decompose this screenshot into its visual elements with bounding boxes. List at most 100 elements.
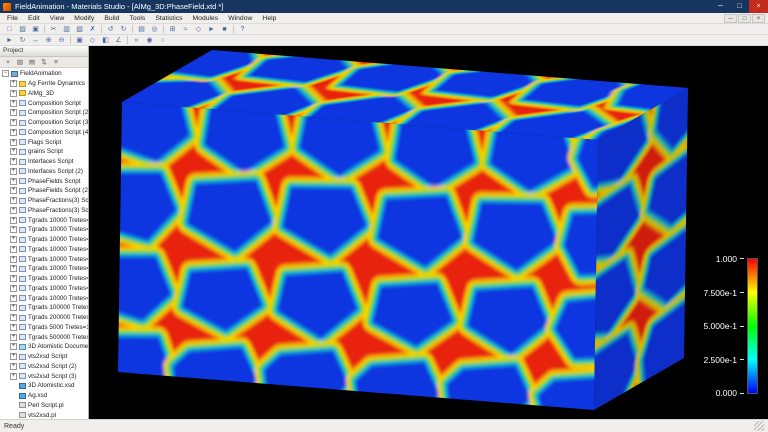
- tree-item[interactable]: +Tgrads 10000 Tretes=100: [2, 264, 88, 274]
- tree-item[interactable]: +PhaseFractions(3) Script (2): [2, 206, 88, 216]
- tree-item[interactable]: +3D Atomistic Document: [2, 342, 88, 352]
- menu-modify[interactable]: Modify: [69, 15, 99, 22]
- tree-item[interactable]: −FieldAnimation: [2, 69, 88, 79]
- close-button[interactable]: ×: [749, 0, 768, 13]
- tree-item[interactable]: +Flags Script: [2, 137, 88, 147]
- tree-item[interactable]: +Composition Script (2): [2, 108, 88, 118]
- expander-icon[interactable]: +: [10, 80, 17, 87]
- atomistic-view-icon[interactable]: ◇: [192, 24, 205, 34]
- tree-item[interactable]: +vts2xsd Script: [2, 352, 88, 362]
- expander-icon[interactable]: +: [10, 217, 17, 224]
- zoom-in-icon[interactable]: ⊕: [42, 35, 55, 45]
- expander-icon[interactable]: +: [10, 207, 17, 214]
- expander-icon[interactable]: +: [10, 139, 17, 146]
- tree-item[interactable]: +Tgrads 10000 Tretes=25 S: [2, 245, 88, 255]
- expander-icon[interactable]: +: [10, 314, 17, 321]
- tree-item[interactable]: +Composition Script (3): [2, 118, 88, 128]
- menu-build[interactable]: Build: [99, 15, 124, 22]
- expander-icon[interactable]: +: [10, 119, 17, 126]
- tree-item[interactable]: +Ag.xsd: [2, 391, 88, 401]
- rotate-icon[interactable]: ↻: [16, 35, 29, 45]
- menu-statistics[interactable]: Statistics: [150, 15, 187, 22]
- sort-icon[interactable]: ⇅: [39, 58, 49, 67]
- child-close-button[interactable]: ×: [752, 14, 765, 23]
- tree-item[interactable]: +Tgrads 10000 Tretes=200: [2, 274, 88, 284]
- expander-icon[interactable]: +: [10, 275, 17, 282]
- tree-item[interactable]: +Ag Ferrite Dynamics: [2, 79, 88, 89]
- menu-window[interactable]: Window: [223, 15, 257, 22]
- expander-icon[interactable]: +: [10, 100, 17, 107]
- table-icon[interactable]: ⊞: [166, 24, 179, 34]
- expander-icon[interactable]: +: [10, 304, 17, 311]
- tree-item[interactable]: +Composition Script: [2, 98, 88, 108]
- expander-icon[interactable]: +: [10, 158, 17, 165]
- tree-item[interactable]: +Tgrads 200000 Tretes=100: [2, 313, 88, 323]
- resize-grip[interactable]: [754, 421, 764, 431]
- tree-item[interactable]: +vts2xsd.pl: [2, 410, 88, 419]
- display-style-icon[interactable]: ◧: [99, 35, 112, 45]
- viewport-3d[interactable]: 1.0007.500e-15.000e-12.500e-10.000: [89, 46, 768, 419]
- save-icon[interactable]: ▣: [29, 24, 42, 34]
- tree-item[interactable]: +Perl Script.pl: [2, 401, 88, 411]
- zoom-out-icon[interactable]: ⊖: [55, 35, 68, 45]
- new-document-icon[interactable]: □: [3, 24, 16, 34]
- new-folder-icon[interactable]: ▨: [15, 58, 25, 67]
- tree-item[interactable]: +Tgrads 10000 Tretes=300: [2, 284, 88, 294]
- expander-icon[interactable]: +: [10, 197, 17, 204]
- expander-icon[interactable]: +: [10, 285, 17, 292]
- expander-icon[interactable]: +: [10, 343, 17, 350]
- tree-item[interactable]: +Tgrads 500000 Tretes=100: [2, 332, 88, 342]
- expander-icon[interactable]: +: [10, 334, 17, 341]
- stop-icon[interactable]: ■: [218, 24, 231, 34]
- tree-item[interactable]: +Tgrads 10000 Tretes=100 S: [2, 215, 88, 225]
- tree-item[interactable]: +grains Script: [2, 147, 88, 157]
- pan-icon[interactable]: ↔: [29, 35, 42, 45]
- animation-icon[interactable]: »: [130, 35, 143, 45]
- expander-icon[interactable]: +: [10, 265, 17, 272]
- menu-help[interactable]: Help: [257, 15, 281, 22]
- open-icon[interactable]: ▨: [16, 24, 29, 34]
- expander-icon[interactable]: +: [10, 178, 17, 185]
- tree-item[interactable]: +Composition Script (4): [2, 128, 88, 138]
- expander-icon[interactable]: +: [10, 295, 17, 302]
- undo-icon[interactable]: ↺: [104, 24, 117, 34]
- child-minimize-button[interactable]: ─: [724, 14, 737, 23]
- find-icon[interactable]: ◎: [148, 24, 161, 34]
- tree-item[interactable]: +PhaseFields Script (2): [2, 186, 88, 196]
- minimize-button[interactable]: ─: [711, 0, 730, 13]
- fit-view-icon[interactable]: ▣: [73, 35, 86, 45]
- tree-item[interactable]: +vts2xsd Script (3): [2, 371, 88, 381]
- copy-icon[interactable]: ▥: [60, 24, 73, 34]
- explorer-view-icon[interactable]: ▤: [27, 58, 37, 67]
- select-icon[interactable]: ►: [3, 35, 16, 45]
- chart-icon[interactable]: ≈: [179, 24, 192, 34]
- lighting-icon[interactable]: ○: [156, 35, 169, 45]
- expander-icon[interactable]: +: [10, 168, 17, 175]
- tree-item[interactable]: +PhaseFractions(3) Script: [2, 196, 88, 206]
- tree-item[interactable]: +Tgrads 10000 Tretes=10 S: [2, 235, 88, 245]
- panel-menu-icon[interactable]: ≡: [51, 58, 61, 67]
- expander-icon[interactable]: +: [10, 226, 17, 233]
- expander-icon[interactable]: +: [10, 236, 17, 243]
- expander-icon[interactable]: +: [10, 129, 17, 136]
- menu-modules[interactable]: Modules: [188, 15, 224, 22]
- delete-icon[interactable]: ✗: [86, 24, 99, 34]
- expander-icon[interactable]: +: [10, 256, 17, 263]
- perspective-icon[interactable]: ◇: [86, 35, 99, 45]
- expander-icon[interactable]: +: [10, 187, 17, 194]
- help-icon[interactable]: ?: [236, 24, 249, 34]
- tree-item[interactable]: +vts2xsd Script (2): [2, 362, 88, 372]
- expander-icon[interactable]: +: [10, 373, 17, 380]
- snapshot-icon[interactable]: ◉: [143, 35, 156, 45]
- tree-item[interactable]: +AlMg_3D: [2, 89, 88, 99]
- expander-icon[interactable]: −: [2, 70, 9, 77]
- tree-item[interactable]: +Tgrads 10000 Tretes=50 S: [2, 254, 88, 264]
- run-icon[interactable]: ►: [205, 24, 218, 34]
- close-panel-icon[interactable]: ×: [3, 58, 13, 67]
- axes-icon[interactable]: ∠: [112, 35, 125, 45]
- tree-item[interactable]: +Interfaces Script (2): [2, 167, 88, 177]
- expander-icon[interactable]: +: [10, 353, 17, 360]
- maximize-button[interactable]: □: [730, 0, 749, 13]
- tree-item[interactable]: +Tgrads 100000 Tretes=100: [2, 303, 88, 313]
- expander-icon[interactable]: +: [10, 246, 17, 253]
